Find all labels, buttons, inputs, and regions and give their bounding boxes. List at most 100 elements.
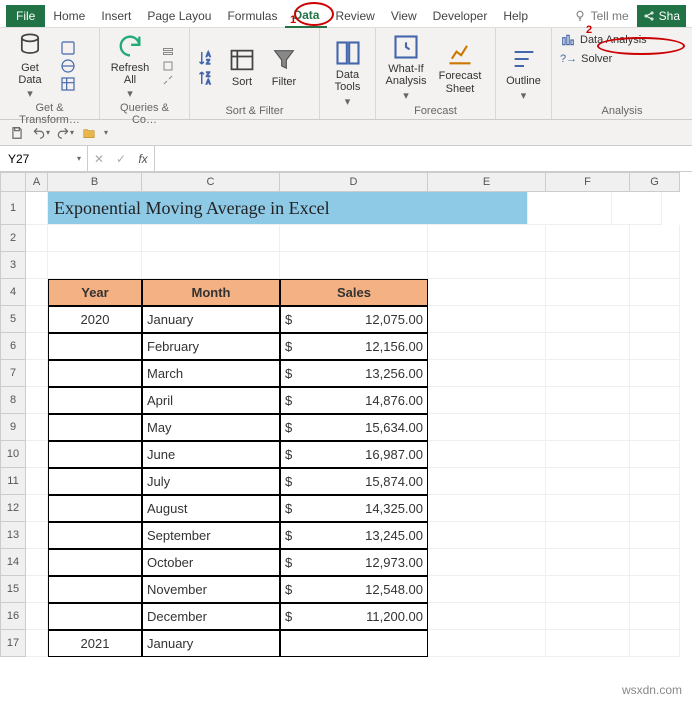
- cell[interactable]: [428, 360, 546, 387]
- cell[interactable]: [630, 468, 680, 495]
- row-header[interactable]: 1: [0, 192, 26, 225]
- get-data-button[interactable]: Get Data ▾: [6, 32, 54, 100]
- cell[interactable]: [26, 576, 48, 603]
- cell-sales[interactable]: $14,876.00: [280, 387, 428, 414]
- fx-icon[interactable]: fx: [132, 152, 154, 166]
- cell[interactable]: [26, 252, 48, 279]
- tab-page-layout[interactable]: Page Layou: [139, 5, 219, 27]
- cell-sales[interactable]: $15,874.00: [280, 468, 428, 495]
- cell-month[interactable]: November: [142, 576, 280, 603]
- title-cell[interactable]: Exponential Moving Average in Excel: [48, 192, 528, 225]
- cell-month[interactable]: December: [142, 603, 280, 630]
- tab-review[interactable]: Review: [327, 5, 382, 27]
- cell-month[interactable]: April: [142, 387, 280, 414]
- from-table-icon[interactable]: [60, 76, 76, 92]
- col-header-D[interactable]: D: [280, 172, 428, 192]
- cell[interactable]: [546, 414, 630, 441]
- cell-year[interactable]: [48, 414, 142, 441]
- cell[interactable]: [546, 387, 630, 414]
- tab-help[interactable]: Help: [495, 5, 536, 27]
- cell-month[interactable]: July: [142, 468, 280, 495]
- row-header[interactable]: 15: [0, 576, 26, 603]
- cell[interactable]: [48, 252, 142, 279]
- cell[interactable]: [546, 495, 630, 522]
- cell[interactable]: [546, 522, 630, 549]
- cell-year[interactable]: [48, 468, 142, 495]
- row-header[interactable]: 4: [0, 279, 26, 306]
- cell-year[interactable]: [48, 576, 142, 603]
- cell[interactable]: [546, 360, 630, 387]
- cell[interactable]: [612, 192, 662, 225]
- cell[interactable]: [428, 279, 546, 306]
- row-header[interactable]: 5: [0, 306, 26, 333]
- cell-year[interactable]: 2020: [48, 306, 142, 333]
- row-header[interactable]: 9: [0, 414, 26, 441]
- cell[interactable]: [630, 630, 680, 657]
- cell[interactable]: [428, 603, 546, 630]
- cell-sales[interactable]: [280, 630, 428, 657]
- cell-year[interactable]: [48, 603, 142, 630]
- cell[interactable]: [428, 549, 546, 576]
- cell-year[interactable]: [48, 387, 142, 414]
- cell[interactable]: [26, 306, 48, 333]
- cell[interactable]: [630, 522, 680, 549]
- cell[interactable]: [428, 333, 546, 360]
- cell[interactable]: [428, 306, 546, 333]
- cell[interactable]: [48, 225, 142, 252]
- cell[interactable]: [630, 306, 680, 333]
- properties-icon[interactable]: [160, 60, 176, 72]
- cell[interactable]: [428, 576, 546, 603]
- cell[interactable]: [630, 576, 680, 603]
- cell[interactable]: [26, 279, 48, 306]
- formula-input[interactable]: [155, 146, 692, 171]
- share-button[interactable]: Sha: [637, 5, 686, 27]
- cell[interactable]: [142, 225, 280, 252]
- col-header-E[interactable]: E: [428, 172, 546, 192]
- cell[interactable]: [630, 603, 680, 630]
- cell-month[interactable]: March: [142, 360, 280, 387]
- table-header-sales[interactable]: Sales: [280, 279, 428, 306]
- row-header[interactable]: 8: [0, 387, 26, 414]
- qat-menu-icon[interactable]: ▾: [104, 128, 108, 137]
- cell[interactable]: [428, 225, 546, 252]
- cell[interactable]: [26, 225, 48, 252]
- refresh-all-button[interactable]: Refresh All ▾: [106, 32, 154, 100]
- tab-file[interactable]: File: [6, 5, 45, 27]
- cell[interactable]: [26, 441, 48, 468]
- from-text-icon[interactable]: [60, 40, 76, 56]
- col-header-G[interactable]: G: [630, 172, 680, 192]
- col-header-A[interactable]: A: [26, 172, 48, 192]
- open-button[interactable]: [80, 124, 98, 142]
- cell[interactable]: [546, 630, 630, 657]
- cell[interactable]: [630, 549, 680, 576]
- cell[interactable]: [630, 360, 680, 387]
- solver-button[interactable]: ?→ Solver: [558, 52, 614, 66]
- cell[interactable]: [546, 576, 630, 603]
- undo-button[interactable]: ▾: [32, 124, 50, 142]
- row-header[interactable]: 2: [0, 225, 26, 252]
- cell[interactable]: [546, 468, 630, 495]
- cell[interactable]: [630, 441, 680, 468]
- tab-developer[interactable]: Developer: [425, 5, 496, 27]
- tab-formulas[interactable]: Formulas: [219, 5, 285, 27]
- whatif-button[interactable]: What-If Analysis ▾: [382, 33, 430, 101]
- cell-month[interactable]: August: [142, 495, 280, 522]
- data-tools-button[interactable]: Data Tools ▾: [326, 39, 369, 107]
- cell[interactable]: [630, 279, 680, 306]
- sort-az-button[interactable]: AZ: [196, 48, 218, 68]
- cell-year[interactable]: [48, 522, 142, 549]
- tab-view[interactable]: View: [383, 5, 425, 27]
- row-header[interactable]: 6: [0, 333, 26, 360]
- redo-button[interactable]: ▾: [56, 124, 74, 142]
- cell-year[interactable]: [48, 495, 142, 522]
- cell[interactable]: [428, 630, 546, 657]
- cell[interactable]: [428, 468, 546, 495]
- cell[interactable]: [528, 192, 612, 225]
- cell-month[interactable]: January: [142, 630, 280, 657]
- cell[interactable]: [26, 549, 48, 576]
- queries-icon[interactable]: [160, 46, 176, 58]
- cell[interactable]: [26, 522, 48, 549]
- table-header-month[interactable]: Month: [142, 279, 280, 306]
- cell-sales[interactable]: $16,987.00: [280, 441, 428, 468]
- row-header[interactable]: 7: [0, 360, 26, 387]
